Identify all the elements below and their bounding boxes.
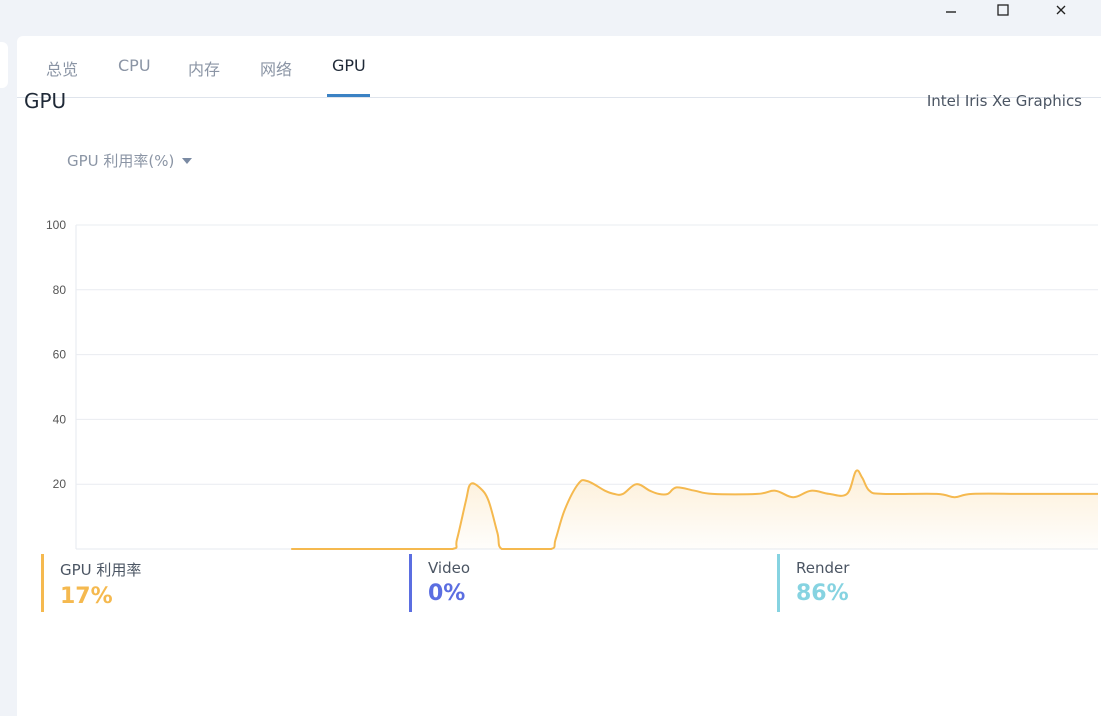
tab-memory[interactable]: 内存 (188, 56, 220, 80)
minimize-button[interactable] (931, 0, 971, 20)
legend-gpu-usage-label: GPU 利用率 (60, 561, 142, 579)
metric-dropdown-value: GPU 利用率(%) (67, 152, 175, 170)
legend-gpu-usage-value: 17% (60, 584, 113, 609)
caret-down-icon (182, 157, 193, 164)
tab-network[interactable]: 网络 (260, 56, 292, 80)
minimize-icon (946, 11, 956, 13)
page-title: GPU (24, 89, 67, 113)
tab-gpu[interactable]: GPU (332, 56, 366, 75)
tab-overview[interactable]: 总览 (46, 56, 78, 80)
close-button[interactable] (1041, 0, 1081, 20)
legend-gpu-usage: GPU 利用率 17% (41, 554, 141, 612)
close-icon (1056, 5, 1066, 15)
legend-video-value: 0% (428, 581, 466, 606)
maximize-button[interactable] (983, 0, 1023, 20)
maximize-icon (997, 4, 1009, 16)
tab-cpu[interactable]: CPU (118, 56, 151, 75)
tab-bar: 总览 CPU 内存 网络 GPU (17, 36, 1101, 98)
metric-dropdown[interactable]: GPU 利用率(%) (67, 150, 193, 171)
legend-render-value: 86% (796, 581, 849, 606)
legend-video-label: Video (428, 559, 471, 577)
window-controls (931, 0, 1101, 22)
sidebar-edge (0, 42, 8, 88)
gpu-panel: 总览 CPU 内存 网络 GPU (17, 36, 1101, 716)
legend-render-label: Render (796, 559, 850, 577)
device-name: Intel Iris Xe Graphics (926, 92, 1082, 110)
legend-render: Render 86% (777, 554, 849, 612)
legend-video: Video 0% (409, 554, 470, 612)
active-tab-indicator (327, 94, 370, 97)
